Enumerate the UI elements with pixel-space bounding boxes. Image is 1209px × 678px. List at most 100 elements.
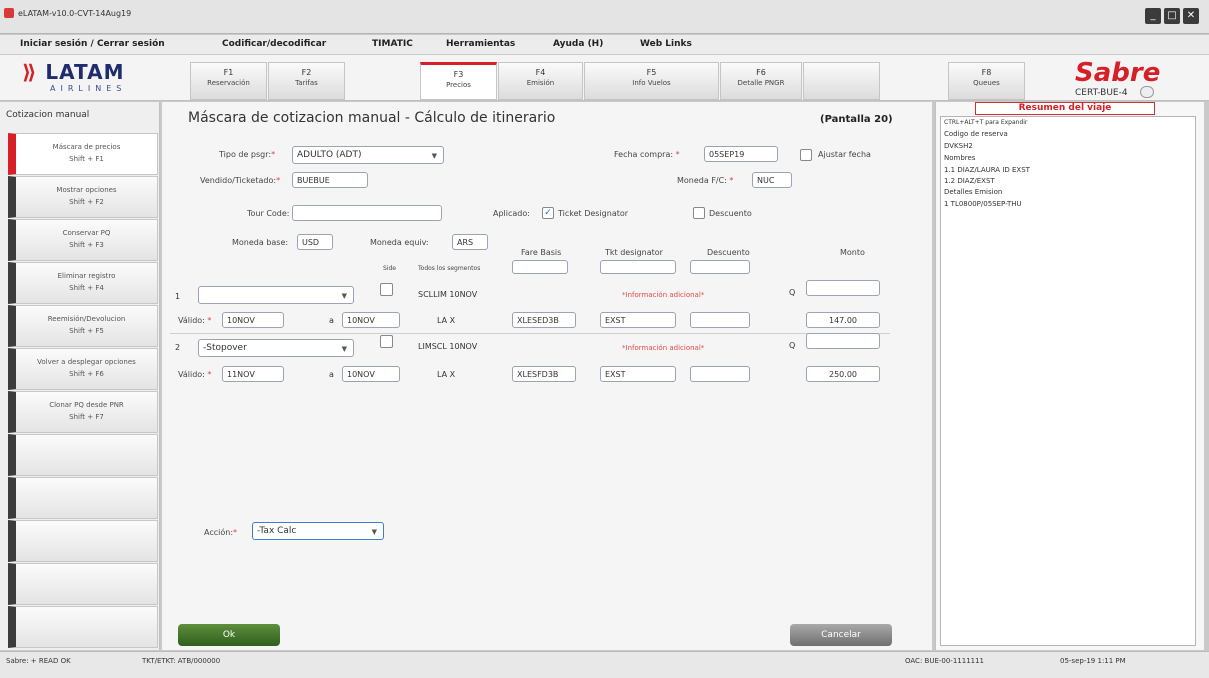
moneda-base-input[interactable]: USD (297, 234, 333, 250)
close-icon[interactable]: ✕ (1183, 8, 1199, 24)
segment-1-q: Q (789, 288, 796, 297)
moneda-equiv-input[interactable]: ARS (452, 234, 488, 250)
screen-number: (Pantalla 20) (820, 114, 893, 125)
chevron-down-icon: ▼ (341, 345, 347, 353)
required-mark: * (271, 150, 276, 159)
menu-timatic[interactable]: TIMATIC (372, 39, 413, 49)
tipo-psgr-select[interactable]: ADULTO (ADT) ▼ (292, 146, 444, 164)
segment-1-desc-input[interactable] (690, 312, 750, 328)
descuento-all-input[interactable] (690, 260, 750, 274)
segment-1-from-input[interactable]: 10NOV (222, 312, 284, 328)
segment-1-monto-input[interactable]: 147.00 (806, 312, 880, 328)
segment-1-q-input[interactable] (806, 280, 880, 296)
segment-2-fare-basis-input[interactable]: XLESFD3B (512, 366, 576, 382)
fare-basis-all-input[interactable] (512, 260, 568, 274)
summary-line: 1.2 DIAZ/EXST (944, 177, 995, 185)
segment-2-select[interactable]: -Stopover ▼ (198, 339, 354, 357)
status-left: Sabre: + READ OK (6, 657, 71, 665)
conservar-pq-button[interactable]: Conservar PQ Shift + F3 (8, 219, 158, 261)
segment-1-valido-label: Válido: * (178, 316, 211, 325)
accion-select[interactable]: -Tax Calc ▼ (252, 522, 384, 540)
tour-code-input[interactable] (292, 205, 442, 221)
volver-desplegar-button[interactable]: Volver a desplegar opciones Shift + F6 (8, 348, 158, 390)
reemision-button[interactable]: Reemisión/Devolucion Shift + F5 (8, 305, 158, 347)
fkey-label: Emisión (526, 79, 555, 87)
status-right-1: OAC: BUE-00-1111111 (905, 657, 985, 665)
empty-side-button[interactable] (8, 606, 158, 648)
clonar-pq-button[interactable]: Clonar PQ desde PNR Shift + F7 (8, 391, 158, 433)
fkey-emision[interactable]: F4 Emisión (498, 62, 583, 100)
eliminar-registro-button[interactable]: Eliminar registro Shift + F4 (8, 262, 158, 304)
fkey-reservacion[interactable]: F1 Reservación (190, 62, 267, 100)
segment-2-tkt-input[interactable]: EXST (600, 366, 676, 382)
descuento-label: Descuento (709, 209, 752, 218)
empty-side-button[interactable] (8, 434, 158, 476)
fkey-tarifas[interactable]: F2 Tarifas (268, 62, 345, 100)
label-text: Vendido/Ticketado: (200, 176, 277, 185)
fkey-label: Reservación (207, 79, 250, 87)
menu-encode[interactable]: Codificar/decodificar (222, 39, 326, 49)
fkey-key: F5 (646, 68, 657, 77)
label-text: Tipo de psgr: (219, 150, 272, 159)
segment-number: 2 (175, 343, 181, 352)
ajustar-fecha-checkbox[interactable] (800, 149, 812, 161)
segment-2-side-checkbox[interactable] (380, 335, 393, 348)
vendido-input[interactable]: BUEBUE (292, 172, 368, 188)
latam-wordmark: LATAM (45, 60, 125, 84)
button-label: Mostrar opciones (56, 186, 117, 194)
summary-line: Codigo de reserva (944, 130, 1008, 138)
menu-login[interactable]: Iniciar sesión / Cerrar sesión (20, 39, 165, 49)
segment-2-from-input[interactable]: 11NOV (222, 366, 284, 382)
empty-side-button[interactable] (8, 563, 158, 605)
ok-button[interactable]: Ok (178, 624, 280, 646)
segment-2-q-input[interactable] (806, 333, 880, 349)
segment-1-fare-basis-input[interactable]: XLESED3B (512, 312, 576, 328)
button-label: Clonar PQ desde PNR (49, 401, 124, 409)
empty-side-button[interactable] (8, 520, 158, 562)
fecha-compra-input[interactable]: 05SEP19 (704, 146, 778, 162)
segment-1-info-link[interactable]: *Información adicional* (622, 291, 704, 299)
moneda-fc-input[interactable]: NUC (752, 172, 792, 188)
summary-line: CTRL+ALT+T para Expandir (944, 119, 1028, 126)
segment-2-info-link[interactable]: *Información adicional* (622, 344, 704, 352)
menu-tools[interactable]: Herramientas (446, 39, 515, 49)
empty-side-button[interactable] (8, 477, 158, 519)
summary-line: 1 TL0800P/05SEP-THU (944, 200, 1022, 208)
menu-help[interactable]: Ayuda (H) (553, 39, 603, 49)
segment-2-to-input[interactable]: 10NOV (342, 366, 400, 382)
segment-1-tkt-input[interactable]: EXST (600, 312, 676, 328)
mostrar-opciones-button[interactable]: Mostrar opciones Shift + F2 (8, 176, 158, 218)
fkey-precios[interactable]: F3 Precios (420, 62, 497, 100)
button-label: Máscara de precios (52, 143, 121, 151)
app-icon (4, 8, 14, 18)
airlines-wordmark: AIRLINES (50, 84, 127, 93)
descuento-checkbox[interactable] (693, 207, 705, 219)
tkt-designator-all-input[interactable] (600, 260, 676, 274)
cancel-button[interactable]: Cancelar (790, 624, 892, 646)
ticket-designator-checkbox[interactable]: ✓ (542, 207, 554, 219)
segment-2-monto-input[interactable]: 250.00 (806, 366, 880, 382)
fkey-info-vuelos[interactable]: F5 Info Vuelos (584, 62, 719, 100)
button-label: Conservar PQ (62, 229, 111, 237)
fkey-queues[interactable]: F8 Queues (948, 62, 1025, 100)
button-shortcut: Shift + F7 (69, 413, 104, 421)
segment-1-select[interactable]: ▼ (198, 286, 354, 304)
col-descuento: Descuento (707, 248, 750, 257)
button-shortcut: Shift + F6 (69, 370, 104, 378)
chevron-down-icon: ▼ (341, 292, 347, 300)
summary-line: DVKSH2 (944, 142, 973, 150)
segment-1-to-input[interactable]: 10NOV (342, 312, 400, 328)
segment-1-side-checkbox[interactable] (380, 283, 393, 296)
summary-line: 1.1 DIAZ/LAURA ID EXST (944, 166, 1030, 174)
segment-2-desc-input[interactable] (690, 366, 750, 382)
fkey-empty[interactable] (803, 62, 880, 100)
minimize-icon[interactable]: _ (1145, 8, 1161, 24)
moneda-fc-label: Moneda F/C: * (677, 176, 733, 185)
label-text: Válido: (178, 316, 205, 325)
maximize-icon[interactable]: □ (1164, 8, 1180, 24)
fkey-detalle-pngr[interactable]: F6 Detalle PNGR (720, 62, 802, 100)
chevron-down-icon: ▼ (431, 152, 437, 160)
menu-weblinks[interactable]: Web Links (640, 39, 692, 49)
col-tkt-designator: Tkt designator (605, 248, 663, 257)
mascara-precios-button[interactable]: Máscara de precios Shift + F1 (8, 133, 158, 175)
